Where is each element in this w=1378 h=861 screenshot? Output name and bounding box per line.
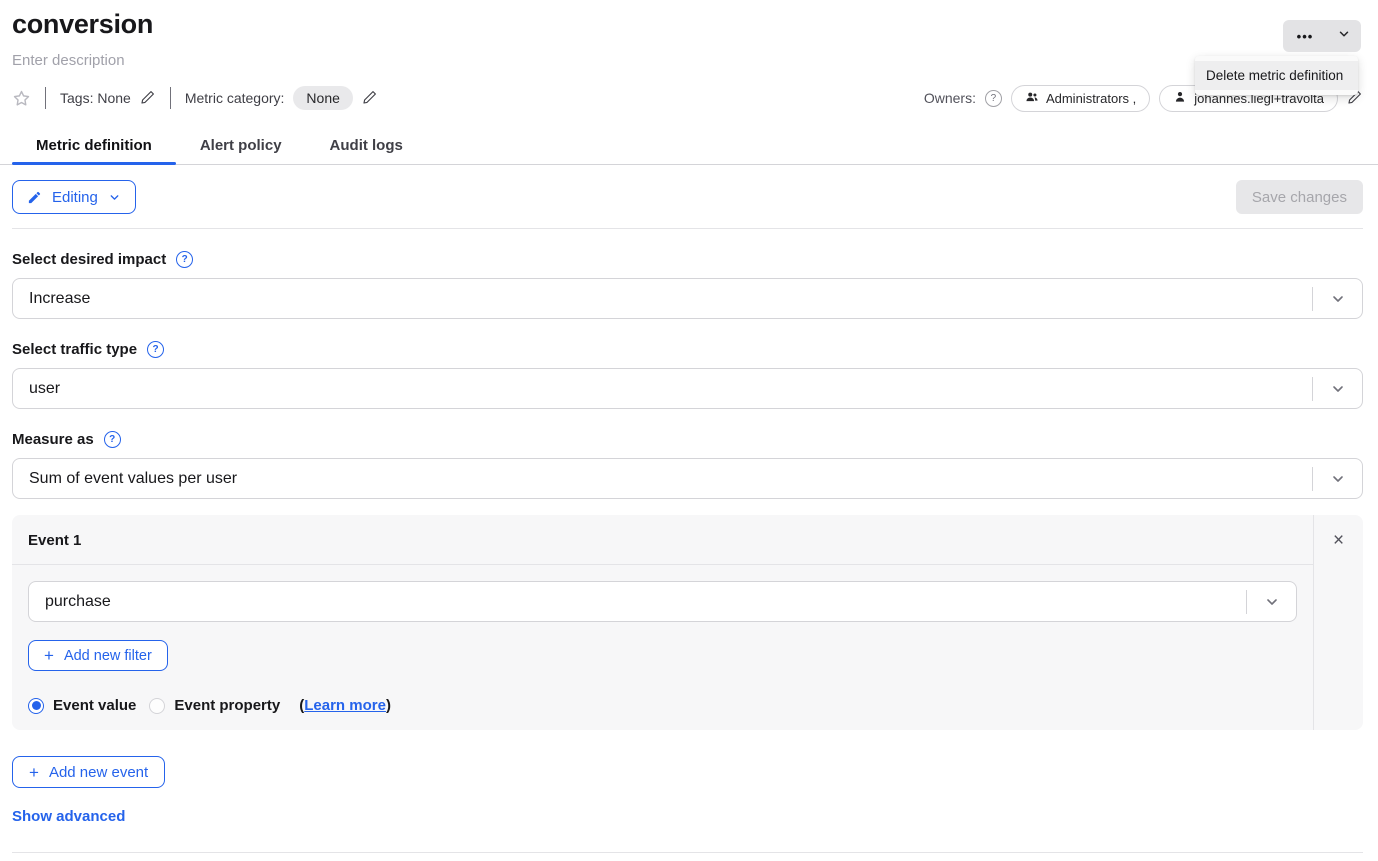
- page-header: conversion Enter description Tags: None …: [0, 10, 1378, 110]
- plus-icon: +: [29, 764, 39, 781]
- impact-select[interactable]: Increase: [12, 278, 1363, 319]
- impact-select-value: Increase: [13, 290, 1312, 308]
- event-name-value: purchase: [29, 593, 1246, 611]
- more-actions-button[interactable]: •••: [1283, 20, 1327, 52]
- help-icon[interactable]: ?: [147, 341, 164, 358]
- editing-label: Editing: [52, 189, 98, 206]
- chevron-down-icon: [1337, 27, 1351, 46]
- owners-help-icon[interactable]: ?: [985, 90, 1002, 107]
- pencil-icon: [27, 190, 42, 205]
- measure-select-value: Sum of event values per user: [13, 470, 1312, 488]
- pencil-icon: [362, 89, 378, 108]
- person-icon: [1173, 90, 1187, 107]
- help-icon[interactable]: ?: [176, 251, 193, 268]
- divider: [12, 852, 1363, 853]
- meta-row: Tags: None Metric category: None: [12, 86, 1363, 110]
- chevron-down-icon: [1313, 381, 1362, 397]
- tab-alert-policy[interactable]: Alert policy: [176, 130, 306, 164]
- more-actions-split-button[interactable]: •••: [1283, 20, 1361, 52]
- remove-event-button[interactable]: ×: [1333, 531, 1344, 550]
- event-name-select[interactable]: purchase: [28, 581, 1297, 622]
- close-icon: ×: [1333, 530, 1344, 551]
- favorite-star-button[interactable]: [12, 89, 31, 108]
- ellipsis-icon: •••: [1297, 29, 1314, 44]
- chevron-down-icon: [1313, 291, 1362, 307]
- chevron-down-icon: [108, 191, 121, 204]
- metric-category-label: Metric category:: [185, 90, 285, 106]
- tab-metric-definition[interactable]: Metric definition: [12, 130, 176, 164]
- add-new-filter-button[interactable]: + Add new filter: [28, 640, 168, 671]
- divider: [170, 87, 171, 109]
- divider: [45, 87, 46, 109]
- help-icon[interactable]: ?: [104, 431, 121, 448]
- edit-tags-button[interactable]: [140, 89, 156, 108]
- tab-audit-logs[interactable]: Audit logs: [306, 130, 427, 164]
- more-actions-menu: Delete metric definition: [1195, 56, 1358, 95]
- show-advanced-link[interactable]: Show advanced: [12, 808, 125, 825]
- add-new-event-button[interactable]: + Add new event: [12, 756, 165, 788]
- owner-name: Administrators ,: [1046, 91, 1136, 106]
- tags-label: Tags: None: [60, 90, 131, 106]
- measure-select[interactable]: Sum of event values per user: [12, 458, 1363, 499]
- chevron-down-icon: [1313, 471, 1362, 487]
- menu-item-delete-metric[interactable]: Delete metric definition: [1195, 61, 1358, 90]
- owners-label: Owners:: [924, 90, 976, 106]
- radio-event-value[interactable]: [28, 698, 44, 714]
- event-card-rail: ×: [1313, 515, 1363, 730]
- tab-bar: Metric definition Alert policy Audit log…: [0, 130, 1378, 165]
- radio-event-value-label[interactable]: Event value: [53, 697, 136, 714]
- radio-event-property-label[interactable]: Event property: [174, 697, 280, 714]
- owner-badge-administrators: Administrators ,: [1011, 85, 1150, 112]
- editing-mode-button[interactable]: Editing: [12, 180, 136, 214]
- learn-more-text: (Learn more): [299, 697, 391, 714]
- learn-more-link[interactable]: Learn more: [304, 697, 386, 714]
- traffic-field-label: Select traffic type ?: [12, 341, 1363, 358]
- metric-category-badge: None: [293, 86, 352, 110]
- page-title: conversion: [12, 10, 1363, 39]
- more-actions-dropdown-toggle[interactable]: [1327, 20, 1361, 52]
- pencil-icon: [140, 89, 156, 108]
- plus-icon: +: [44, 647, 54, 664]
- chevron-down-icon: [1247, 594, 1296, 610]
- traffic-select-value: user: [13, 380, 1312, 398]
- group-icon: [1025, 90, 1039, 107]
- edit-category-button[interactable]: [362, 89, 378, 108]
- star-icon: [12, 89, 31, 108]
- event-card-title: Event 1: [12, 515, 1313, 565]
- toolbar: Editing Save changes: [12, 180, 1363, 214]
- measure-field-label: Measure as ?: [12, 431, 1363, 448]
- impact-field-label: Select desired impact ?: [12, 251, 1363, 268]
- radio-event-property[interactable]: [149, 698, 165, 714]
- divider: [12, 228, 1363, 229]
- description-placeholder[interactable]: Enter description: [12, 53, 1363, 69]
- value-source-radio-group: Event value Event property (Learn more): [28, 697, 1297, 714]
- main-content: Editing Save changes Select desired impa…: [0, 180, 1378, 853]
- traffic-select[interactable]: user: [12, 368, 1363, 409]
- save-changes-button[interactable]: Save changes: [1236, 180, 1363, 214]
- event-card: Event 1 purchase + Add new filter Event …: [12, 515, 1363, 730]
